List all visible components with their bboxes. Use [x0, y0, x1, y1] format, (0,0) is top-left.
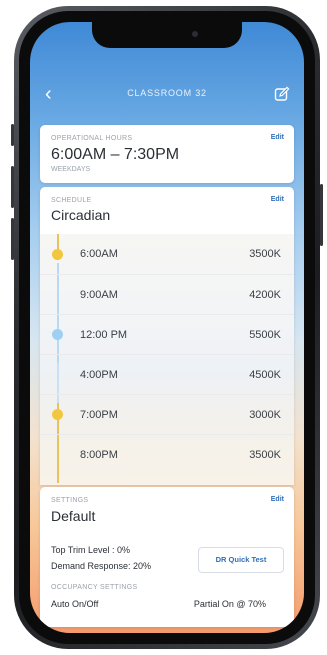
notch	[92, 22, 242, 48]
schedule-label: SCHEDULE	[51, 197, 92, 204]
nav-header: ‹ CLASSROOM 32	[30, 84, 304, 106]
operational-hours-range: 6:00AM – 7:30PM	[51, 146, 180, 163]
cool-time-marker-icon	[52, 329, 63, 340]
power-button	[320, 184, 323, 246]
screen: ‹ CLASSROOM 32 OPERATIONAL HOURS Edit 6:…	[30, 22, 304, 633]
bezel: ‹ CLASSROOM 32 OPERATIONAL HOURS Edit 6:…	[19, 11, 315, 644]
operational-hours-label: OPERATIONAL HOURS	[51, 135, 133, 142]
warm-time-marker-icon	[52, 409, 63, 420]
schedule-row[interactable]: 4:00PM 4500K	[40, 354, 294, 395]
schedule-kelvin: 3500K	[249, 248, 281, 260]
schedule-time: 8:00PM	[80, 449, 118, 461]
occupancy-mode: Auto On/Off	[51, 599, 99, 609]
operational-hours-days: WEEKDAYS	[51, 166, 91, 173]
page-title: CLASSROOM 32	[127, 88, 207, 98]
schedule-row[interactable]: 8:00PM 3500K	[40, 434, 294, 475]
warm-time-marker-icon	[52, 249, 63, 260]
partial-on-level: Partial On @ 70%	[193, 599, 266, 609]
schedule-kelvin: 4200K	[249, 289, 281, 301]
camera	[192, 31, 198, 37]
mute-switch	[11, 124, 14, 146]
schedule-time: 6:00AM	[80, 248, 118, 260]
settings-label: SETTINGS	[51, 497, 89, 504]
top-trim-level: Top Trim Level : 0%	[51, 545, 131, 555]
schedule-time: 12:00 PM	[80, 329, 128, 341]
volume-up-button	[11, 166, 14, 208]
schedule-row[interactable]: 6:00AM 3500K	[40, 234, 294, 274]
schedule-kelvin: 3500K	[249, 449, 281, 461]
settings-name: Default	[51, 508, 96, 524]
operational-hours-edit-button[interactable]: Edit	[271, 134, 284, 141]
schedule-kelvin: 4500K	[249, 369, 281, 381]
volume-down-button	[11, 218, 14, 260]
schedule-card: SCHEDULE Edit Circadian 6:00AM 3500K 9:0…	[40, 187, 294, 485]
settings-card: SETTINGS Edit Default Top Trim Level : 0…	[40, 487, 294, 627]
schedule-row[interactable]: 12:00 PM 5500K	[40, 314, 294, 355]
schedule-name: Circadian	[51, 207, 111, 223]
dr-quick-test-button[interactable]: DR Quick Test	[198, 547, 284, 573]
schedule-row[interactable]: 9:00AM 4200K	[40, 274, 294, 315]
schedule-time: 4:00PM	[80, 369, 118, 381]
schedule-time: 7:00PM	[80, 409, 118, 421]
demand-response: Demand Response: 20%	[51, 561, 152, 571]
schedule-edit-button[interactable]: Edit	[271, 196, 284, 203]
edit-pencil-icon[interactable]	[274, 86, 290, 102]
phone-frame: ‹ CLASSROOM 32 OPERATIONAL HOURS Edit 6:…	[11, 6, 323, 649]
home-indicator	[115, 618, 219, 622]
schedule-kelvin: 3000K	[249, 409, 281, 421]
occupancy-settings-label: OCCUPANCY SETTINGS	[51, 584, 138, 591]
schedule-row[interactable]: 7:00PM 3000K	[40, 394, 294, 435]
schedule-list: 6:00AM 3500K 9:00AM 4200K 12:00 PM 5500K…	[40, 234, 294, 485]
schedule-time: 9:00AM	[80, 289, 118, 301]
settings-edit-button[interactable]: Edit	[271, 496, 284, 503]
operational-hours-card: OPERATIONAL HOURS Edit 6:00AM – 7:30PM W…	[40, 125, 294, 183]
schedule-kelvin: 5500K	[249, 329, 281, 341]
